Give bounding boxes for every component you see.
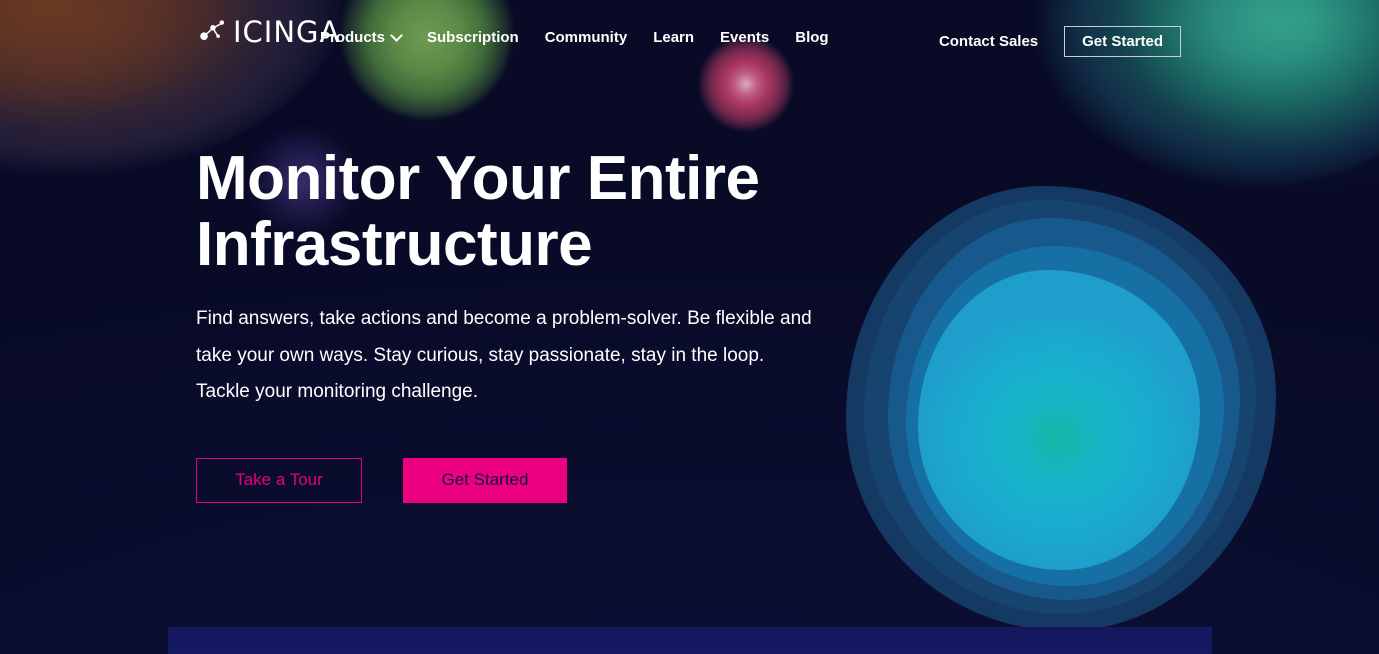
hero-get-started-button[interactable]: Get Started [403, 457, 567, 503]
nav-label-learn: Learn [653, 29, 695, 46]
bottom-panel [168, 627, 1212, 654]
contact-sales-link[interactable]: Contact Sales [939, 33, 1064, 50]
nav-label-subscription: Subscription [427, 29, 519, 46]
brand-logo-link[interactable]: ICINGA [197, 16, 340, 46]
hero-cta-group: Take a Tour Get Started [196, 457, 856, 503]
chevron-down-icon [392, 31, 401, 40]
main-navigation: Products Subscription Community Learn Ev… [320, 29, 829, 46]
hero-section: Monitor Your Entire Infrastructure Find … [196, 146, 856, 503]
nav-item-products[interactable]: Products [320, 29, 401, 46]
nav-item-community[interactable]: Community [545, 29, 628, 46]
nav-label-blog: Blog [795, 29, 829, 46]
hero-title: Monitor Your Entire Infrastructure [196, 144, 760, 279]
take-a-tour-button[interactable]: Take a Tour [196, 457, 362, 503]
molecule-nodes-icon [200, 20, 225, 40]
hero-subtitle: Find answers, take actions and become a … [196, 308, 812, 403]
page-stage: ICINGA Products Subscription Community L… [0, 0, 1379, 654]
hero-sphere-core [918, 270, 1200, 570]
nav-label-community: Community [544, 29, 628, 46]
header-get-started-button[interactable]: Get Started [1064, 26, 1181, 57]
nav-label-events: Events [720, 29, 770, 46]
hero-sphere-ring-3 [888, 218, 1240, 600]
header-actions: Contact Sales Get Started [939, 26, 1181, 57]
nav-item-learn[interactable]: Learn [653, 29, 694, 46]
site-header: ICINGA Products Subscription Community L… [0, 0, 1379, 82]
hero-sphere-graphic [846, 186, 1276, 631]
hero-sphere-ring-outer [846, 186, 1276, 631]
nav-label-products: Products [320, 29, 386, 46]
nav-item-subscription[interactable]: Subscription [427, 29, 519, 46]
nav-item-blog[interactable]: Blog [795, 29, 828, 46]
hero-sphere-ring-4 [906, 246, 1224, 586]
nav-item-events[interactable]: Events [720, 29, 769, 46]
hero-sphere-ring-2 [864, 200, 1256, 614]
